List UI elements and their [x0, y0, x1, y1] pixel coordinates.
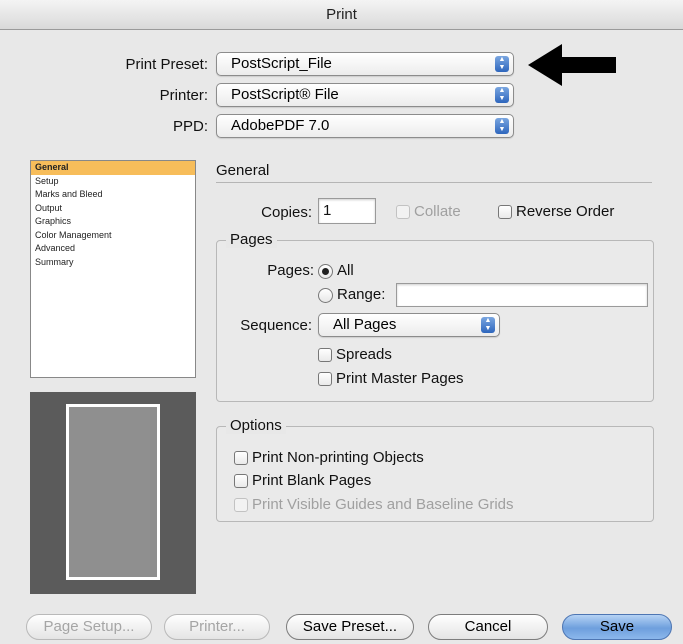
ppd-label: PPD:	[172, 118, 208, 135]
printer-popup[interactable]: PostScript® File ▲ ▼	[216, 83, 514, 107]
print-non-printing-option[interactable]: Print Non-printing Objects	[234, 449, 424, 467]
pages-range-radio[interactable]	[318, 287, 333, 303]
print-master-pages-option[interactable]: Print Master Pages	[318, 370, 464, 388]
print-preset-value: PostScript_File	[231, 55, 332, 72]
reverse-order-option[interactable]: Reverse Order	[498, 203, 614, 221]
window-title: Print	[0, 0, 683, 30]
sequence-popup[interactable]: All Pages ▲ ▼	[318, 313, 500, 337]
popup-arrows-icon: ▲ ▼	[495, 118, 509, 134]
save-preset-button[interactable]: Save Preset...	[286, 614, 414, 640]
save-button[interactable]: Save	[562, 614, 672, 640]
sidebar-item-setup[interactable]: Setup	[31, 175, 195, 189]
print-non-printing-label: Print Non-printing Objects	[252, 449, 424, 466]
print-master-pages-label: Print Master Pages	[336, 370, 464, 387]
printer-value: PostScript® File	[231, 86, 339, 103]
collate-checkbox	[396, 205, 410, 219]
collate-option: Collate	[396, 203, 461, 221]
spreads-option[interactable]: Spreads	[318, 346, 392, 364]
print-preset-popup[interactable]: PostScript_File ▲ ▼	[216, 52, 514, 76]
reverse-order-checkbox[interactable]	[498, 205, 512, 219]
spreads-checkbox[interactable]	[318, 348, 332, 362]
page-preview	[30, 392, 196, 594]
spreads-label: Spreads	[336, 346, 392, 363]
print-non-printing-checkbox[interactable]	[234, 451, 248, 465]
sidebar-item-output[interactable]: Output	[31, 202, 195, 216]
general-section-title: General	[216, 162, 270, 179]
pages-label: Pages:	[267, 262, 314, 279]
sequence-value: All Pages	[333, 316, 397, 333]
sidebar-item-marks-and-bleed[interactable]: Marks and Bleed	[31, 188, 195, 202]
copies-label: Copies:	[261, 204, 312, 221]
page-range-field[interactable]	[396, 283, 648, 307]
pages-all-option[interactable]: All	[318, 262, 354, 280]
general-divider	[216, 182, 652, 183]
print-preset-label: Print Preset:	[125, 56, 208, 73]
sidebar-item-graphics[interactable]: Graphics	[31, 215, 195, 229]
sidebar-item-summary[interactable]: Summary	[31, 256, 195, 270]
copies-field[interactable]: 1	[318, 198, 376, 224]
sequence-label: Sequence:	[240, 317, 312, 334]
category-list[interactable]: General Setup Marks and Bleed Output Gra…	[30, 160, 196, 378]
print-blank-pages-label: Print Blank Pages	[252, 472, 372, 489]
sidebar-item-general[interactable]: General	[31, 161, 195, 175]
pages-range-label: Range:	[337, 286, 386, 303]
cancel-button[interactable]: Cancel	[428, 614, 548, 640]
pages-all-radio[interactable]	[318, 263, 333, 279]
arrow-left-icon	[528, 42, 618, 93]
print-guides-label: Print Visible Guides and Baseline Grids	[252, 496, 514, 513]
popup-arrows-icon: ▲ ▼	[495, 56, 509, 72]
pages-range-option[interactable]: Range:	[318, 286, 385, 304]
pages-all-label: All	[337, 262, 354, 279]
collate-label: Collate	[414, 203, 461, 220]
sidebar-item-color-management[interactable]: Color Management	[31, 229, 195, 243]
page-setup-button: Page Setup...	[26, 614, 152, 640]
printer-label: Printer:	[159, 87, 208, 104]
print-guides-checkbox	[234, 498, 248, 512]
print-guides-option: Print Visible Guides and Baseline Grids	[234, 496, 514, 514]
preview-page-thumbnail	[66, 404, 160, 580]
print-blank-pages-checkbox[interactable]	[234, 474, 248, 488]
printer-button: Printer...	[164, 614, 270, 640]
sidebar-item-advanced[interactable]: Advanced	[31, 242, 195, 256]
options-group-title: Options	[226, 417, 286, 434]
ppd-value: AdobePDF 7.0	[231, 117, 330, 134]
popup-arrows-icon: ▲ ▼	[495, 87, 509, 103]
print-master-pages-checkbox[interactable]	[318, 372, 332, 386]
popup-arrows-icon: ▲ ▼	[481, 317, 495, 333]
ppd-popup[interactable]: AdobePDF 7.0 ▲ ▼	[216, 114, 514, 138]
reverse-order-label: Reverse Order	[516, 203, 615, 220]
pages-group-title: Pages	[226, 231, 277, 248]
print-blank-pages-option[interactable]: Print Blank Pages	[234, 472, 371, 490]
